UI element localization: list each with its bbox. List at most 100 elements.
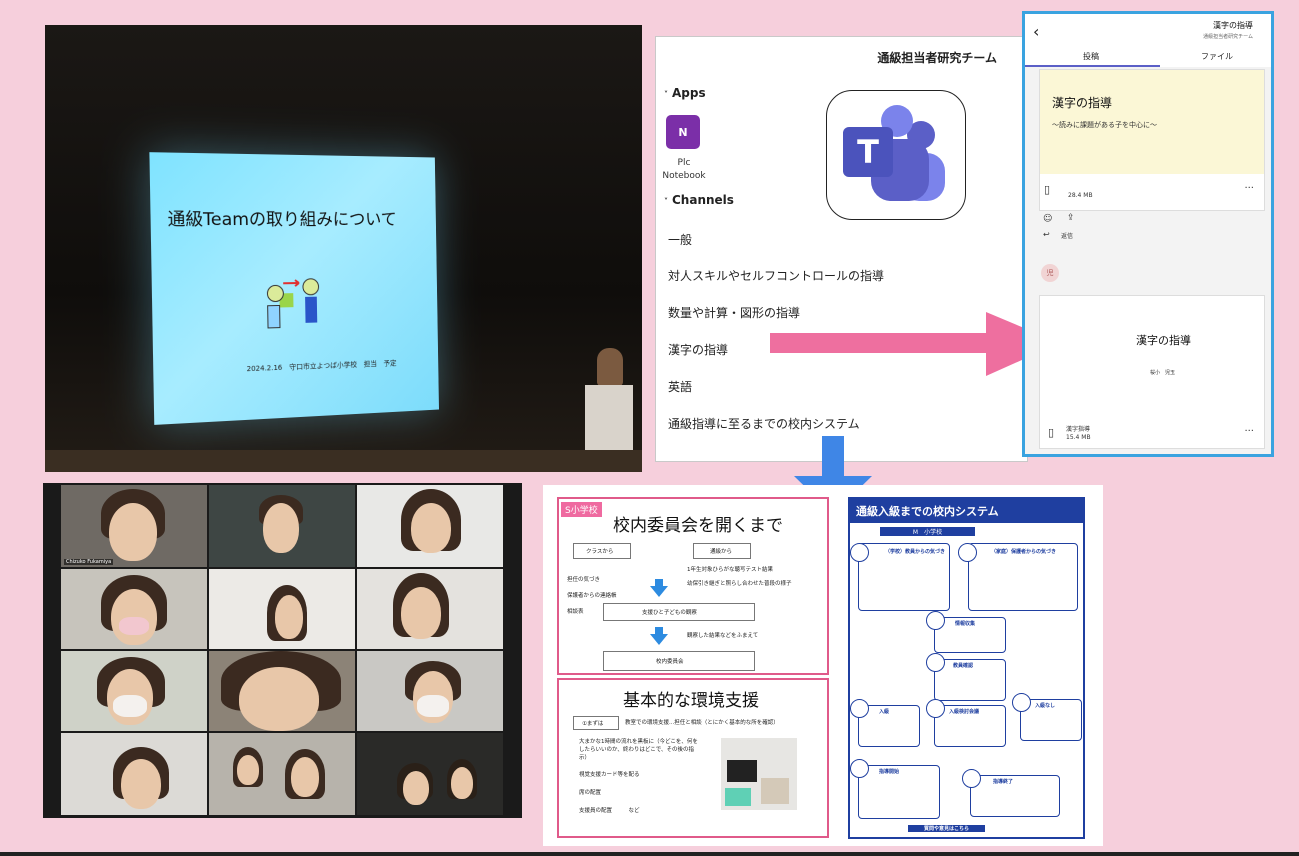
committee-process-box: S小学校 校内委員会を開くまで クラスから 通級から 担任の気づき 保護者からの…: [557, 497, 829, 675]
team-name: 通級担当者研究チーム: [877, 49, 997, 66]
participant-tile: [357, 485, 503, 567]
chevron-left-icon[interactable]: ‹: [1033, 22, 1039, 41]
eye-icon: [850, 543, 869, 562]
share-icon[interactable]: ⇪: [1067, 213, 1075, 223]
mobile-header: ‹ 漢字の指導 通級担当者研究チーム 投稿 ファイル: [1025, 14, 1271, 67]
chevron-down-icon: ˅: [664, 90, 668, 99]
flow-node: （家庭）保護者からの気づき: [968, 543, 1078, 611]
tab-files[interactable]: ファイル: [1201, 51, 1233, 62]
reply-icon[interactable]: ↩: [1043, 230, 1050, 239]
participant-tile: [209, 569, 355, 649]
arrow-right-icon: [850, 699, 869, 718]
channel-item[interactable]: 通級指導に至るまでの校内システム: [668, 415, 860, 432]
post-subtitle: 〜読みに課題がある子を中心に〜: [1052, 120, 1157, 130]
arrow-right-icon: [770, 310, 1062, 378]
bullet-item: 支援員の配置 など: [579, 806, 640, 814]
presentation-photo: 通級Teamの取り組みについて 2024.2.16 守口市立よつば小学校 担当 …: [45, 25, 642, 472]
post-title: 漢字の指導: [1136, 332, 1191, 348]
teams-logo-icon: T: [826, 90, 966, 220]
more-options-icon[interactable]: ···: [1244, 426, 1254, 437]
video-meeting-grid: Chizuko Fukamiya: [43, 483, 522, 818]
stage-floor: [45, 450, 642, 472]
participant-tile: [209, 485, 355, 567]
bullet-item: 席の配置: [579, 788, 601, 796]
step-text: 教室での環境支援...担任と相談（とにかく基本的な所を確認）: [625, 718, 779, 726]
chevron-down-icon: ˅: [664, 197, 668, 206]
file-size: 28.4 MB: [1068, 192, 1093, 199]
bullet-item: 視覚支援カード等を配る: [579, 770, 640, 778]
bullet-item: 相談表: [567, 607, 584, 615]
bullet-item: 幼保引き継ぎと照らし合わせた普段の様子: [687, 579, 792, 587]
bullet-item: 保護者からの連絡帳: [567, 591, 617, 599]
participant-tile: [61, 651, 207, 731]
slide-title: 通級Teamの取り組みについて: [167, 204, 397, 230]
school-badge: S小学校: [561, 502, 602, 517]
projected-slide: 通級Teamの取り組みについて 2024.2.16 守口市立よつば小学校 担当 …: [149, 152, 439, 425]
arrow-down-icon: [650, 586, 668, 597]
presenter: [597, 348, 623, 386]
channels-heading[interactable]: ˅ Channels: [664, 193, 734, 207]
teams-logo-graphic: T: [827, 91, 965, 219]
process-box: 支援ひと子どもの観察: [603, 603, 755, 621]
slide-date-line: 2024.2.16 守口市立よつば小学校 担当 予定: [247, 358, 397, 374]
active-tab-indicator: [1025, 65, 1160, 67]
slide-illustration: [265, 275, 325, 336]
source-box: クラスから: [573, 543, 631, 559]
flow-node: 指導終了: [970, 775, 1060, 817]
participant-tile: [357, 651, 503, 731]
channel-item[interactable]: 英語: [668, 378, 692, 395]
section-title: 校内委員会を開くまで: [613, 511, 783, 536]
participant-name: Chizuko Fukamiya: [64, 559, 113, 565]
arrow-down-icon: [650, 634, 668, 645]
flow-node: 指導開始: [858, 765, 940, 819]
warning-icon: [926, 653, 945, 672]
flow-header: 通級入級までの校内システム: [850, 499, 1083, 523]
post-card[interactable]: 漢字の指導 〜読みに課題がある子を中心に〜 ▯ 28.4 MB ···: [1039, 69, 1265, 211]
bottom-border: [0, 852, 1299, 856]
source-box: 通級から: [693, 543, 751, 559]
flow-footer[interactable]: 質問や意見はこちら: [908, 825, 985, 832]
check-icon: [1012, 693, 1031, 712]
post-author: 桜小 児玉: [1150, 369, 1175, 376]
apps-heading[interactable]: ˅ Apps: [664, 86, 706, 100]
more-options-icon[interactable]: ···: [1244, 183, 1254, 194]
onenote-icon[interactable]: N: [666, 115, 700, 149]
participant-tile: [209, 733, 355, 815]
file-icon: ▯: [1048, 426, 1054, 439]
step-box: ①まずは: [573, 716, 619, 730]
environment-support-box: 基本的な環境支援 ①まずは 教室での環境支援...担任と相談（とにかく基本的な所…: [557, 678, 829, 838]
svg-text:T: T: [857, 133, 879, 171]
bullet-item: 担任の気づき: [567, 575, 600, 583]
eye-icon: [958, 543, 977, 562]
chat-icon: [926, 699, 945, 718]
school-system-slide: S小学校 校内委員会を開くまで クラスから 通級から 担任の気づき 保護者からの…: [543, 485, 1103, 846]
file-size: 15.4 MB: [1066, 434, 1091, 441]
post-card[interactable]: 漢字の指導 桜小 児玉 ▯ 漢字指導 15.4 MB ···: [1039, 295, 1265, 449]
file-icon: ▯: [1044, 183, 1050, 196]
participant-tile: [209, 651, 355, 731]
participant-tile: [357, 733, 503, 815]
flow-node: 教員確認: [934, 659, 1006, 701]
reply-label[interactable]: 返信: [1061, 231, 1073, 240]
avatar: 児: [1041, 264, 1059, 282]
post-title: 漢字の指導: [1052, 94, 1112, 111]
flow-node: （学校）教員からの気づき: [858, 543, 950, 611]
tab-posts[interactable]: 投稿: [1083, 51, 1099, 62]
bullet-item: 1年生対象ひらがな聴写テスト結果: [687, 565, 773, 573]
channel-item[interactable]: 漢字の指導: [668, 341, 728, 358]
bullet-item: 観察した結果などをふまえて: [687, 631, 758, 639]
channel-item[interactable]: 一般: [668, 231, 692, 248]
channel-item[interactable]: 対人スキルやセルフコントロールの指導: [668, 267, 884, 284]
section-title: 基本的な環境支援: [623, 686, 759, 711]
process-box: 校内委員会: [603, 651, 755, 671]
flow-school-label: M 小学校: [880, 527, 975, 536]
participant-tile: [61, 733, 207, 815]
reaction-icon[interactable]: ☺: [1043, 214, 1052, 224]
mobile-teams-channel: ‹ 漢字の指導 通級担当者研究チーム 投稿 ファイル 漢字の指導 〜読みに課題が…: [1022, 11, 1274, 457]
app-label[interactable]: Plc Notebook: [658, 157, 710, 183]
pen-icon: [850, 759, 869, 778]
teams-channel-panel: 通級担当者研究チーム ˅ Apps N Plc Notebook ˅ Channel…: [655, 36, 1028, 462]
participant-tile: Chizuko Fukamiya: [61, 485, 207, 567]
enrollment-flow-chart: 通級入級までの校内システム M 小学校 （学校）教員からの気づき （家庭）保護者…: [848, 497, 1085, 839]
classroom-photo: [721, 738, 797, 810]
